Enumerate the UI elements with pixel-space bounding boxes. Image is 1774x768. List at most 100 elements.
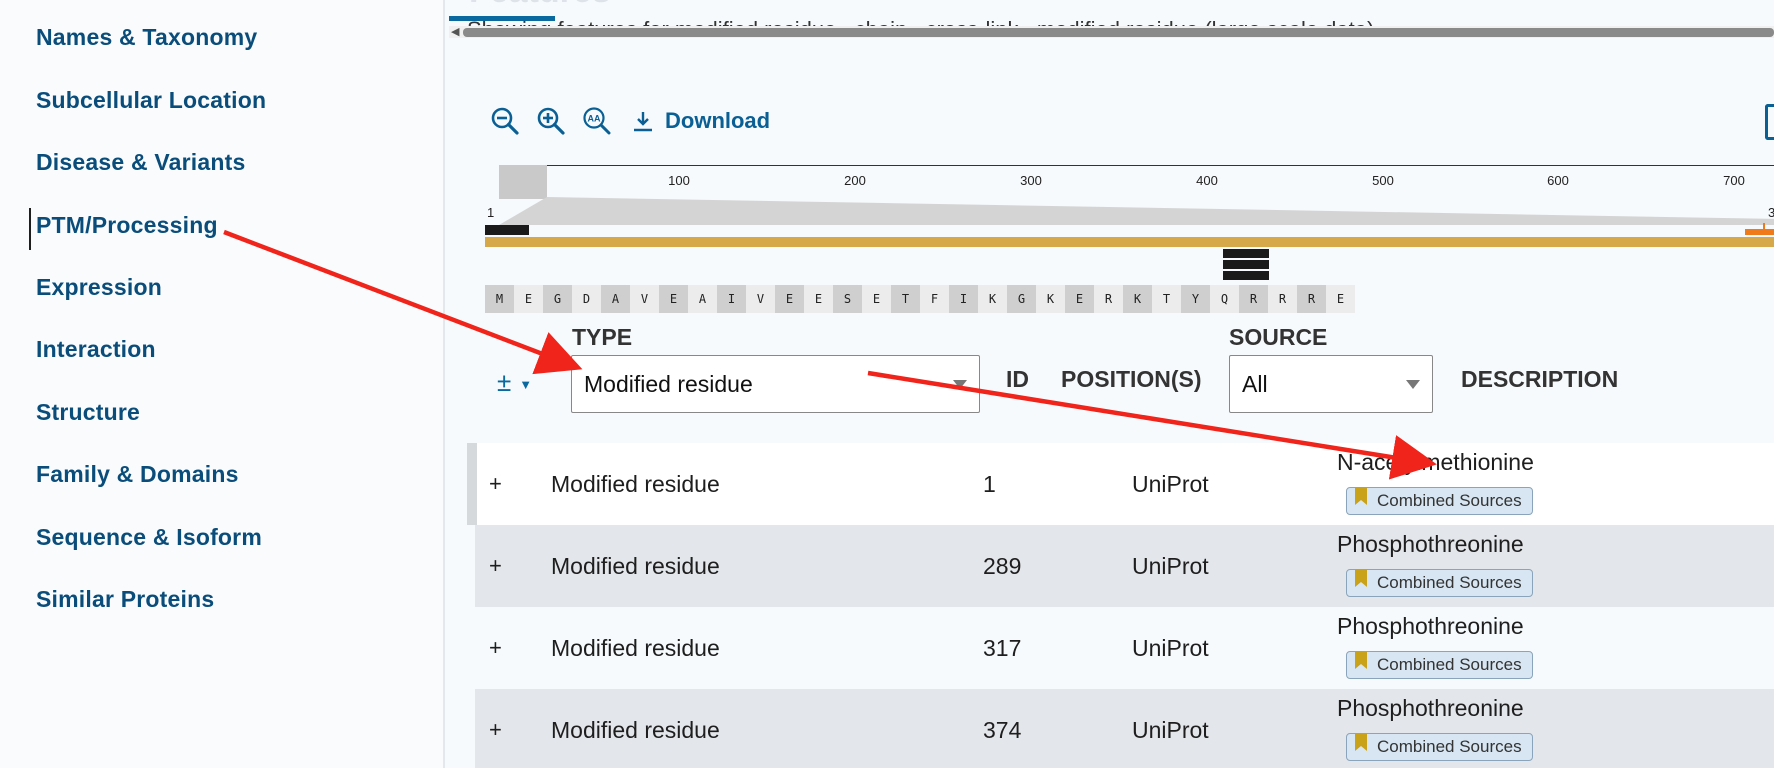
modified-residue-track-mark[interactable] xyxy=(485,225,529,235)
residue-cell[interactable]: M xyxy=(485,285,514,313)
chain-feature-bar[interactable] xyxy=(485,237,1774,247)
residue-cell[interactable]: Y xyxy=(1181,285,1210,313)
ruler-axis xyxy=(531,165,1774,166)
residue-cell[interactable]: Q xyxy=(1210,285,1239,313)
residue-cell[interactable]: E xyxy=(862,285,891,313)
sequence-start-label: 1 xyxy=(487,205,495,220)
download-icon xyxy=(634,112,652,132)
residue-cell[interactable]: I xyxy=(949,285,978,313)
scroll-left-arrow-icon[interactable]: ◀ xyxy=(451,26,461,38)
row-description: Phosphothreonine xyxy=(1337,695,1524,721)
row-type: Modified residue xyxy=(551,470,720,497)
scrollbar-thumb[interactable] xyxy=(463,28,1774,37)
residue-cell[interactable]: V xyxy=(746,285,775,313)
residue-cell[interactable]: E xyxy=(1326,285,1355,313)
column-toggle-button[interactable]: ± ▼ xyxy=(497,367,532,398)
source-filter-value: All xyxy=(1242,370,1268,397)
ruler-tick: 400 xyxy=(1196,173,1218,188)
zoom-out-icon[interactable] xyxy=(489,105,521,137)
residue-cell[interactable]: R xyxy=(1239,285,1268,313)
zoom-window-handle[interactable] xyxy=(499,165,547,199)
source-filter-select[interactable]: All xyxy=(1229,355,1433,413)
evidence-badge[interactable]: Combined Sources xyxy=(1346,733,1533,761)
feature-viewer[interactable]: 100 200 300 400 500 600 700 1 3 MEGDAVEA… xyxy=(483,163,1774,313)
row-type: Modified residue xyxy=(551,552,720,579)
expand-row-button[interactable]: + xyxy=(489,525,502,607)
residue-cell[interactable]: A xyxy=(688,285,717,313)
residue-cell[interactable]: S xyxy=(833,285,862,313)
evidence-label: Combined Sources xyxy=(1377,491,1522,510)
residue-cell[interactable]: T xyxy=(891,285,920,313)
residue-cell[interactable]: G xyxy=(1007,285,1036,313)
row-source: UniProt xyxy=(1132,716,1209,743)
feature-stack[interactable] xyxy=(1223,249,1269,282)
expand-row-button[interactable]: + xyxy=(489,443,502,525)
sidebar-item-names-taxonomy[interactable]: Names & Taxonomy xyxy=(36,24,257,51)
residue-cell[interactable]: K xyxy=(978,285,1007,313)
evidence-badge[interactable]: Combined Sources xyxy=(1346,569,1533,597)
residue-cell[interactable]: G xyxy=(543,285,572,313)
residue-cell[interactable]: R xyxy=(1268,285,1297,313)
sidebar-item-expression[interactable]: Expression xyxy=(36,274,162,301)
row-type: Modified residue xyxy=(551,634,720,661)
type-filter-select[interactable]: Modified residue xyxy=(571,355,980,413)
row-position[interactable]: 317 xyxy=(983,607,1021,689)
bookmark-icon xyxy=(1355,487,1367,505)
residue-cell[interactable]: R xyxy=(1297,285,1326,313)
download-button[interactable]: Download xyxy=(631,108,770,134)
residue-cell[interactable]: V xyxy=(630,285,659,313)
sidebar-item-family-domains[interactable]: Family & Domains xyxy=(36,461,239,488)
sidebar-item-interaction[interactable]: Interaction xyxy=(36,336,156,363)
row-position[interactable]: 374 xyxy=(983,689,1021,768)
expand-row-button[interactable]: + xyxy=(489,689,502,768)
residue-cell[interactable]: E xyxy=(804,285,833,313)
residue-cell[interactable]: K xyxy=(1123,285,1152,313)
ruler-tick: 700 xyxy=(1723,173,1745,188)
viewer-toolbar: AA Download xyxy=(489,105,770,137)
sidebar-item-similar-proteins[interactable]: Similar Proteins xyxy=(36,586,214,613)
ruler-tick: 300 xyxy=(1020,173,1042,188)
residue-cell[interactable]: E xyxy=(775,285,804,313)
residue-cell[interactable]: E xyxy=(659,285,688,313)
evidence-badge[interactable]: Combined Sources xyxy=(1346,487,1533,515)
table-row[interactable]: + Modified residue 317 UniProt Phosphoth… xyxy=(475,607,1774,689)
evidence-badge[interactable]: Combined Sources xyxy=(1346,651,1533,679)
sidebar-item-subcellular-location[interactable]: Subcellular Location xyxy=(36,87,266,114)
table-row[interactable]: + Modified residue 1 UniProt N-acetylmet… xyxy=(467,443,1774,525)
row-position[interactable]: 289 xyxy=(983,525,1021,607)
sidebar-item-structure[interactable]: Structure xyxy=(36,399,140,426)
sidebar-item-disease-variants[interactable]: Disease & Variants xyxy=(36,149,245,176)
table-row[interactable]: + Modified residue 374 UniProt Phosphoth… xyxy=(475,689,1774,768)
header-description: DESCRIPTION xyxy=(1461,366,1619,392)
header-type: TYPE xyxy=(572,324,633,350)
row-source: UniProt xyxy=(1132,634,1209,661)
residue-cell[interactable]: T xyxy=(1152,285,1181,313)
sidebar-item-ptm-processing[interactable]: PTM/Processing xyxy=(36,212,218,239)
dropdown-arrow-icon xyxy=(953,380,967,389)
residue-cell[interactable]: R xyxy=(1094,285,1123,313)
type-filter-value: Modified residue xyxy=(584,370,753,397)
residue-cell[interactable]: K xyxy=(1036,285,1065,313)
cross-link-feature[interactable] xyxy=(1745,229,1774,235)
main-content: Features Showing features for modified r… xyxy=(445,0,1774,768)
fullscreen-icon[interactable] xyxy=(1765,104,1774,140)
residue-cell[interactable]: I xyxy=(717,285,746,313)
ruler-tick: 100 xyxy=(668,173,690,188)
residue-cell[interactable]: F xyxy=(920,285,949,313)
sidebar: Names & Taxonomy Subcellular Location Di… xyxy=(0,0,444,768)
residue-cell[interactable]: E xyxy=(1065,285,1094,313)
residue-cell[interactable]: E xyxy=(514,285,543,313)
residue-cell[interactable]: A xyxy=(601,285,630,313)
evidence-label: Combined Sources xyxy=(1377,655,1522,674)
dropdown-arrow-icon xyxy=(1406,380,1420,389)
row-description: Phosphothreonine xyxy=(1337,531,1524,557)
residue-cell[interactable]: D xyxy=(572,285,601,313)
sidebar-item-sequence-isoform[interactable]: Sequence & Isoform xyxy=(36,524,262,551)
ruler-tick: 200 xyxy=(844,173,866,188)
zoom-in-icon[interactable] xyxy=(535,105,567,137)
zoom-text-icon[interactable]: AA xyxy=(581,105,613,137)
row-position[interactable]: 1 xyxy=(983,443,996,525)
table-row[interactable]: + Modified residue 289 UniProt Phosphoth… xyxy=(475,525,1774,607)
column-toggle-label: ± xyxy=(497,367,512,397)
expand-row-button[interactable]: + xyxy=(489,607,502,689)
